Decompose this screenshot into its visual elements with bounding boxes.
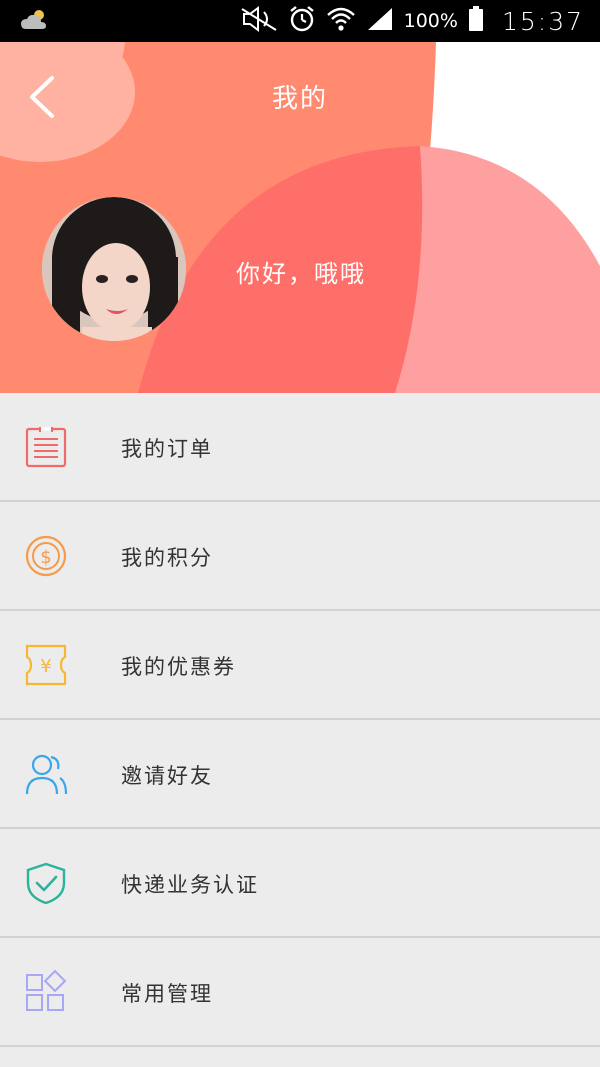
profile-header: 我的 你好，哦哦 <box>0 42 600 393</box>
menu-item-label: 我的优惠券 <box>121 655 236 679</box>
menu-item-courier-verification[interactable]: 快递业务认证 <box>0 829 600 938</box>
greeting-text: 你好，哦哦 <box>236 260 366 288</box>
menu-item-points[interactable]: $ 我的积分 <box>0 502 600 611</box>
wifi-icon <box>326 5 356 37</box>
battery-icon <box>468 6 484 36</box>
avatar[interactable] <box>42 197 186 341</box>
menu-item-coupons[interactable]: ¥ 我的优惠券 <box>0 611 600 720</box>
menu-item-label: 邀请好友 <box>121 764 213 788</box>
clock-time: 15:37 <box>501 6 584 36</box>
menu-item-label: 常用管理 <box>121 982 213 1006</box>
status-bar: 100% 15:37 <box>0 0 600 42</box>
verified-shield-icon <box>24 861 68 905</box>
alarm-icon <box>288 5 316 37</box>
weather-cloud-icon <box>20 9 48 31</box>
points-coin-icon: $ <box>24 534 68 578</box>
coupon-icon: ¥ <box>24 643 68 687</box>
svg-text:$: $ <box>40 547 51 568</box>
page-title: 我的 <box>271 84 328 114</box>
menu-item-management[interactable]: 常用管理 <box>0 938 600 1047</box>
invite-friends-icon <box>24 752 68 796</box>
order-list-icon <box>24 425 68 469</box>
menu-item-label: 快递业务认证 <box>121 873 259 897</box>
screen: 100% 15:37 我的 你好，哦哦 我的订单 $ 我的积分 ¥ 我的优惠券 … <box>0 0 600 1067</box>
menu-item-orders[interactable]: 我的订单 <box>0 393 600 502</box>
menu-item-invite-friends[interactable]: 邀请好友 <box>0 720 600 829</box>
management-grid-icon <box>24 969 68 1014</box>
signal-icon <box>366 6 394 36</box>
svg-text:¥: ¥ <box>40 656 51 677</box>
menu-item-label: 我的积分 <box>121 546 213 570</box>
menu-item-label: 我的订单 <box>121 437 213 461</box>
battery-percent: 100% <box>403 10 458 32</box>
menu-list: 我的订单 $ 我的积分 ¥ 我的优惠券 邀请好友 快递业务认证 常用管理 <box>0 393 600 1047</box>
mute-icon <box>240 6 278 36</box>
avatar-photo <box>42 197 186 341</box>
